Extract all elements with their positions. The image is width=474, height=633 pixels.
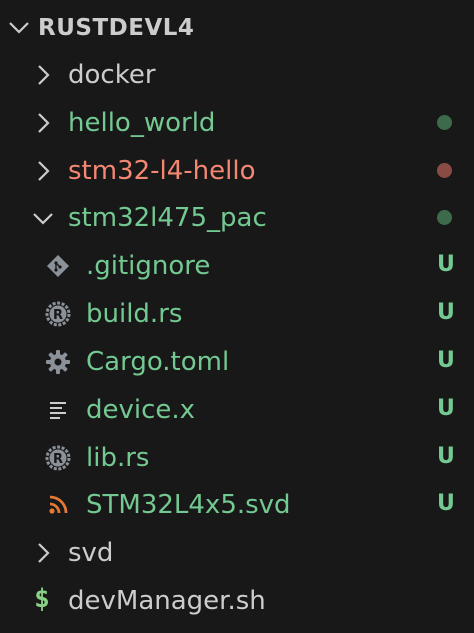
folder-label: hello_world (68, 107, 216, 138)
tree-item-lib-rs[interactable]: R lib.rs U (0, 434, 474, 481)
untracked-badge: U (437, 396, 455, 421)
workspace-root-label: RUSTDEVL4 (38, 14, 195, 41)
chevron-down-icon (9, 22, 29, 34)
chevron-right-icon (38, 543, 50, 563)
tree-item-stm32-l4-hello[interactable]: stm32-l4-hello (0, 147, 474, 194)
tree-item-device-x[interactable]: device.x U (0, 386, 474, 433)
tree-item-devmanager-sh[interactable]: $ devManager.sh (0, 577, 474, 624)
file-label: lib.rs (86, 442, 150, 473)
folder-label: stm32-l4-hello (68, 155, 256, 186)
explorer-root-header[interactable]: RUSTDEVL4 (0, 4, 474, 51)
file-label: device.x (86, 394, 196, 425)
untracked-badge: U (437, 444, 455, 469)
tree-item-cargo-toml[interactable]: Cargo.toml U (0, 338, 474, 385)
tree-item-build-rs[interactable]: R build.rs U (0, 290, 474, 337)
dollar-icon: $ (34, 584, 50, 614)
rust-icon: R (44, 300, 72, 328)
untracked-badge: U (437, 348, 455, 373)
svg-text:R: R (53, 452, 63, 467)
tree-item-stm32l475-pac[interactable]: stm32l475_pac (0, 194, 474, 241)
problem-status-dot (437, 163, 452, 178)
tree-item-stm32l4x5-svd[interactable]: STM32L4x5.svd U (0, 481, 474, 528)
rss-icon (44, 491, 72, 519)
file-explorer: RUSTDEVL4 docker hello_world stm32-l4-he… (0, 0, 474, 633)
git-status-dot (437, 115, 452, 130)
chevron-right-icon (38, 113, 50, 133)
untracked-badge: U (437, 491, 455, 516)
file-label: STM32L4x5.svd (86, 489, 291, 520)
folder-label: svd (68, 537, 114, 568)
chevron-down-icon (33, 213, 53, 225)
tree-item-gitignore[interactable]: .gitignore U (0, 242, 474, 289)
file-label: .gitignore (86, 250, 211, 281)
text-lines-icon (44, 396, 72, 424)
folder-label: stm32l475_pac (68, 202, 267, 233)
tree-item-hello-world[interactable]: hello_world (0, 99, 474, 146)
file-label: build.rs (86, 298, 183, 329)
tree-item-docker[interactable]: docker (0, 51, 474, 98)
git-status-dot (437, 210, 452, 225)
untracked-badge: U (437, 300, 455, 325)
folder-label: docker (68, 59, 156, 90)
file-label: devManager.sh (68, 585, 266, 616)
chevron-right-icon (38, 65, 50, 85)
svg-text:R: R (53, 308, 63, 323)
git-icon (44, 252, 72, 280)
tree-item-svd[interactable]: svd (0, 529, 474, 576)
file-label: Cargo.toml (86, 346, 230, 377)
rust-icon: R (44, 444, 72, 472)
gear-icon (44, 348, 72, 376)
chevron-right-icon (38, 161, 50, 181)
untracked-badge: U (437, 252, 455, 277)
